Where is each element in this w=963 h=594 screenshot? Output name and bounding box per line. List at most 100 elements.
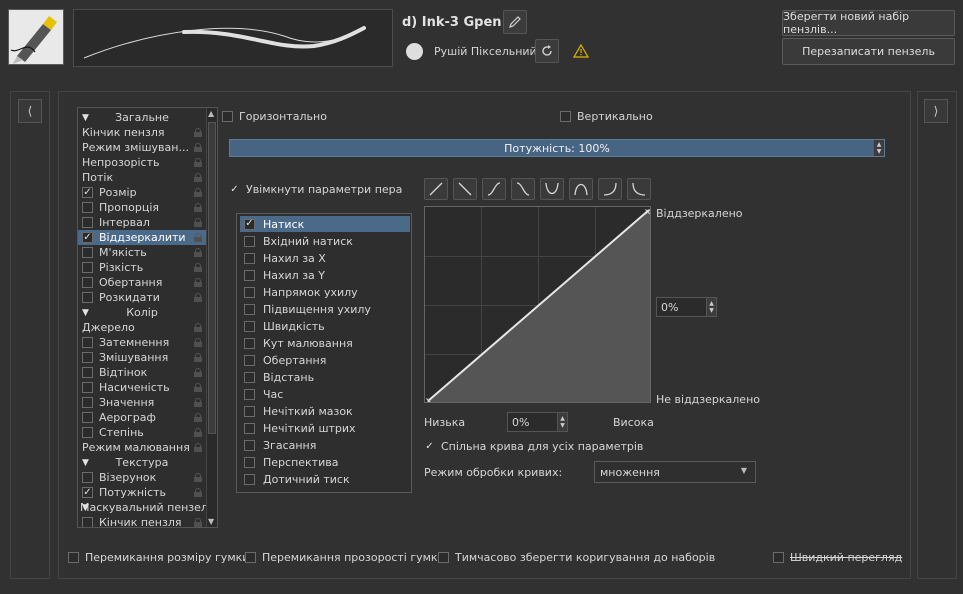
option-item[interactable]: Затемнення	[78, 335, 206, 350]
option-checkbox[interactable]	[82, 412, 93, 423]
sensor-item[interactable]: Вхідний натиск	[240, 233, 410, 249]
option-checkbox[interactable]: ✓	[82, 187, 93, 198]
lock-icon[interactable]	[194, 158, 202, 167]
sensor-checkbox[interactable]	[244, 252, 255, 264]
option-item[interactable]: Режим малювання	[78, 440, 206, 455]
sensor-checkbox[interactable]	[244, 269, 255, 281]
option-item[interactable]: Степінь	[78, 425, 206, 440]
scroll-up-icon[interactable]: ▲	[208, 109, 214, 118]
horizontal-checkbox[interactable]: Горизонтально	[222, 110, 327, 123]
option-item[interactable]: Кінчик пензля	[78, 125, 206, 140]
sensor-item[interactable]: Підвищення ухилу	[240, 301, 410, 317]
lock-icon[interactable]	[194, 278, 202, 287]
checkbox-box[interactable]	[438, 552, 449, 563]
sensor-item[interactable]: Нечіткий штрих	[240, 420, 410, 436]
curve-preset-button[interactable]	[627, 178, 651, 200]
vertical-checkbox[interactable]: Вертикально	[560, 110, 653, 123]
sensor-item[interactable]: Дотичний тиск	[240, 471, 410, 487]
lock-icon[interactable]	[194, 248, 202, 257]
lock-icon[interactable]	[194, 203, 202, 212]
option-item[interactable]: ✓ Потужність	[78, 485, 206, 500]
sensor-checkbox[interactable]	[244, 303, 255, 315]
lock-icon[interactable]	[194, 353, 202, 362]
sensor-checkbox[interactable]	[244, 235, 255, 247]
curve-preset-button[interactable]	[598, 178, 622, 200]
option-item[interactable]: Режим змішуван...	[78, 140, 206, 155]
sensor-checkbox[interactable]	[244, 337, 255, 349]
option-item[interactable]: Значення	[78, 395, 206, 410]
option-item[interactable]: Інтервал	[78, 215, 206, 230]
sensor-item[interactable]: Нахил за Y	[240, 267, 410, 283]
sensor-checkbox[interactable]: ✓	[244, 218, 255, 230]
save-new-preset-button[interactable]: Зберегти новий набір пензлів...	[782, 10, 955, 36]
option-checkbox[interactable]: ✓	[82, 487, 93, 498]
option-section[interactable]: ▼ Загальне	[78, 110, 206, 125]
collapse-left-button[interactable]: ⟨	[18, 99, 42, 123]
sensor-item[interactable]: Кут малювання	[240, 335, 410, 351]
lock-icon[interactable]	[194, 443, 202, 452]
sensor-list[interactable]: ✓ Натиск Вхідний натиск Нахил за X Нахил за …	[236, 213, 412, 493]
eraser-size-checkbox[interactable]: Перемикання розміру гумки	[68, 551, 249, 564]
sensor-item[interactable]: Відстань	[240, 369, 410, 385]
lock-icon[interactable]	[194, 233, 202, 242]
sensor-checkbox[interactable]	[244, 320, 255, 332]
curve-preset-button[interactable]	[424, 178, 448, 200]
lock-icon[interactable]	[194, 428, 202, 437]
option-item[interactable]: Різкість	[78, 260, 206, 275]
option-item[interactable]: Відтінок	[78, 365, 206, 380]
collapse-right-button[interactable]: ⟩	[924, 99, 948, 123]
option-section[interactable]: ▼ Колір	[78, 305, 206, 320]
option-item[interactable]: Обертання	[78, 275, 206, 290]
curve-preset-button[interactable]	[511, 178, 535, 200]
brush-option-list[interactable]: ▼ Загальне Кінчик пензля Режим змішуван... Н…	[77, 107, 218, 528]
checkbox-box[interactable]	[773, 552, 784, 563]
option-checkbox[interactable]	[82, 427, 93, 438]
curve-preset-button[interactable]	[453, 178, 477, 200]
sensor-item[interactable]: Обертання	[240, 352, 410, 368]
option-item[interactable]: Аерограф	[78, 410, 206, 425]
overwrite-brush-button[interactable]: Перезаписати пензель	[782, 38, 955, 65]
option-checkbox[interactable]	[82, 367, 93, 378]
option-checkbox[interactable]: ✓	[82, 232, 93, 243]
curve-editor[interactable]: ✕ ✕	[424, 206, 651, 403]
expand-triangle-icon[interactable]: ▼	[82, 113, 89, 123]
expand-triangle-icon[interactable]: ▼	[82, 458, 89, 468]
option-item[interactable]: ✓ Розмір	[78, 185, 206, 200]
option-checkbox[interactable]	[82, 292, 93, 303]
lock-icon[interactable]	[194, 263, 202, 272]
option-item[interactable]: М'якість	[78, 245, 206, 260]
checkmark-icon[interactable]: ✓	[424, 441, 435, 452]
option-checkbox[interactable]	[82, 337, 93, 348]
scroll-down-icon[interactable]: ▼	[208, 517, 214, 526]
strength-slider[interactable]: Потужність: 100% ▲ ▼	[229, 139, 885, 157]
option-checkbox[interactable]	[82, 472, 93, 483]
option-checkbox[interactable]	[82, 352, 93, 363]
lock-icon[interactable]	[194, 338, 202, 347]
edit-name-button[interactable]	[503, 10, 527, 34]
lock-icon[interactable]	[194, 413, 202, 422]
option-item[interactable]: Джерело	[78, 320, 206, 335]
expand-triangle-icon[interactable]: ▼	[82, 308, 89, 318]
sensor-item[interactable]: Напрямок ухилу	[240, 284, 410, 300]
option-checkbox[interactable]	[82, 262, 93, 273]
option-checkbox[interactable]	[82, 382, 93, 393]
lock-icon[interactable]	[194, 398, 202, 407]
curve-preset-button[interactable]	[569, 178, 593, 200]
lock-icon[interactable]	[194, 218, 202, 227]
sensor-item[interactable]: Швидкість	[240, 318, 410, 334]
lock-icon[interactable]	[194, 143, 202, 152]
lock-icon[interactable]	[194, 488, 202, 497]
option-checkbox[interactable]	[82, 277, 93, 288]
option-item[interactable]: Візерунок	[78, 470, 206, 485]
option-section[interactable]: ▼ Текстура	[78, 455, 206, 470]
lock-icon[interactable]	[194, 188, 202, 197]
checkmark-icon[interactable]: ✓	[229, 184, 240, 195]
sensor-checkbox[interactable]	[244, 473, 255, 485]
option-checkbox[interactable]	[82, 217, 93, 228]
sensor-item[interactable]: Нечіткий мазок	[240, 403, 410, 419]
curve-mode-select[interactable]: множення ▼	[594, 461, 756, 483]
lock-icon[interactable]	[194, 383, 202, 392]
sensor-item[interactable]: Перспектива	[240, 454, 410, 470]
sensor-checkbox[interactable]	[244, 388, 255, 400]
lock-icon[interactable]	[194, 173, 202, 182]
